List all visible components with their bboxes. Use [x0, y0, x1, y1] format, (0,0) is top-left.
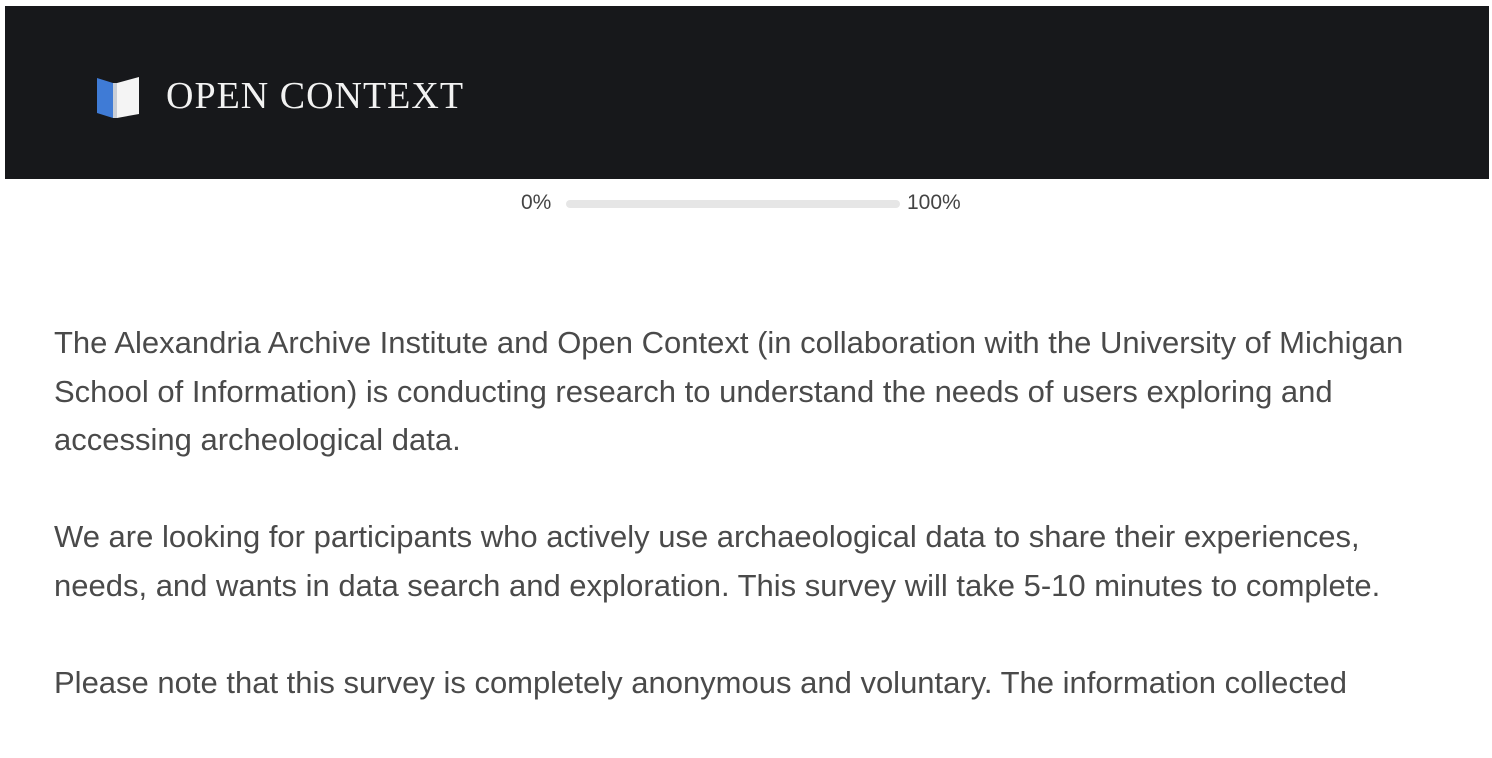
logo-text: OPEN CONTEXT	[166, 75, 465, 117]
site-header: OPEN CONTEXT	[5, 6, 1489, 179]
survey-progress: 0% 100%	[0, 189, 1492, 219]
intro-paragraph: Please note that this survey is complete…	[54, 664, 1347, 700]
open-book-flag-icon	[97, 77, 139, 118]
intro-paragraph: The Alexandria Archive Institute and Ope…	[54, 325, 1404, 457]
open-context-logo[interactable]: OPEN CONTEXT	[93, 74, 464, 118]
survey-intro: The Alexandria Archive Institute and Ope…	[54, 319, 1449, 756]
intro-paragraph: We are looking for participants who acti…	[54, 519, 1381, 603]
progress-bar	[566, 200, 900, 208]
progress-start-label: 0%	[521, 191, 552, 214]
progress-end-label: 100%	[907, 191, 961, 214]
